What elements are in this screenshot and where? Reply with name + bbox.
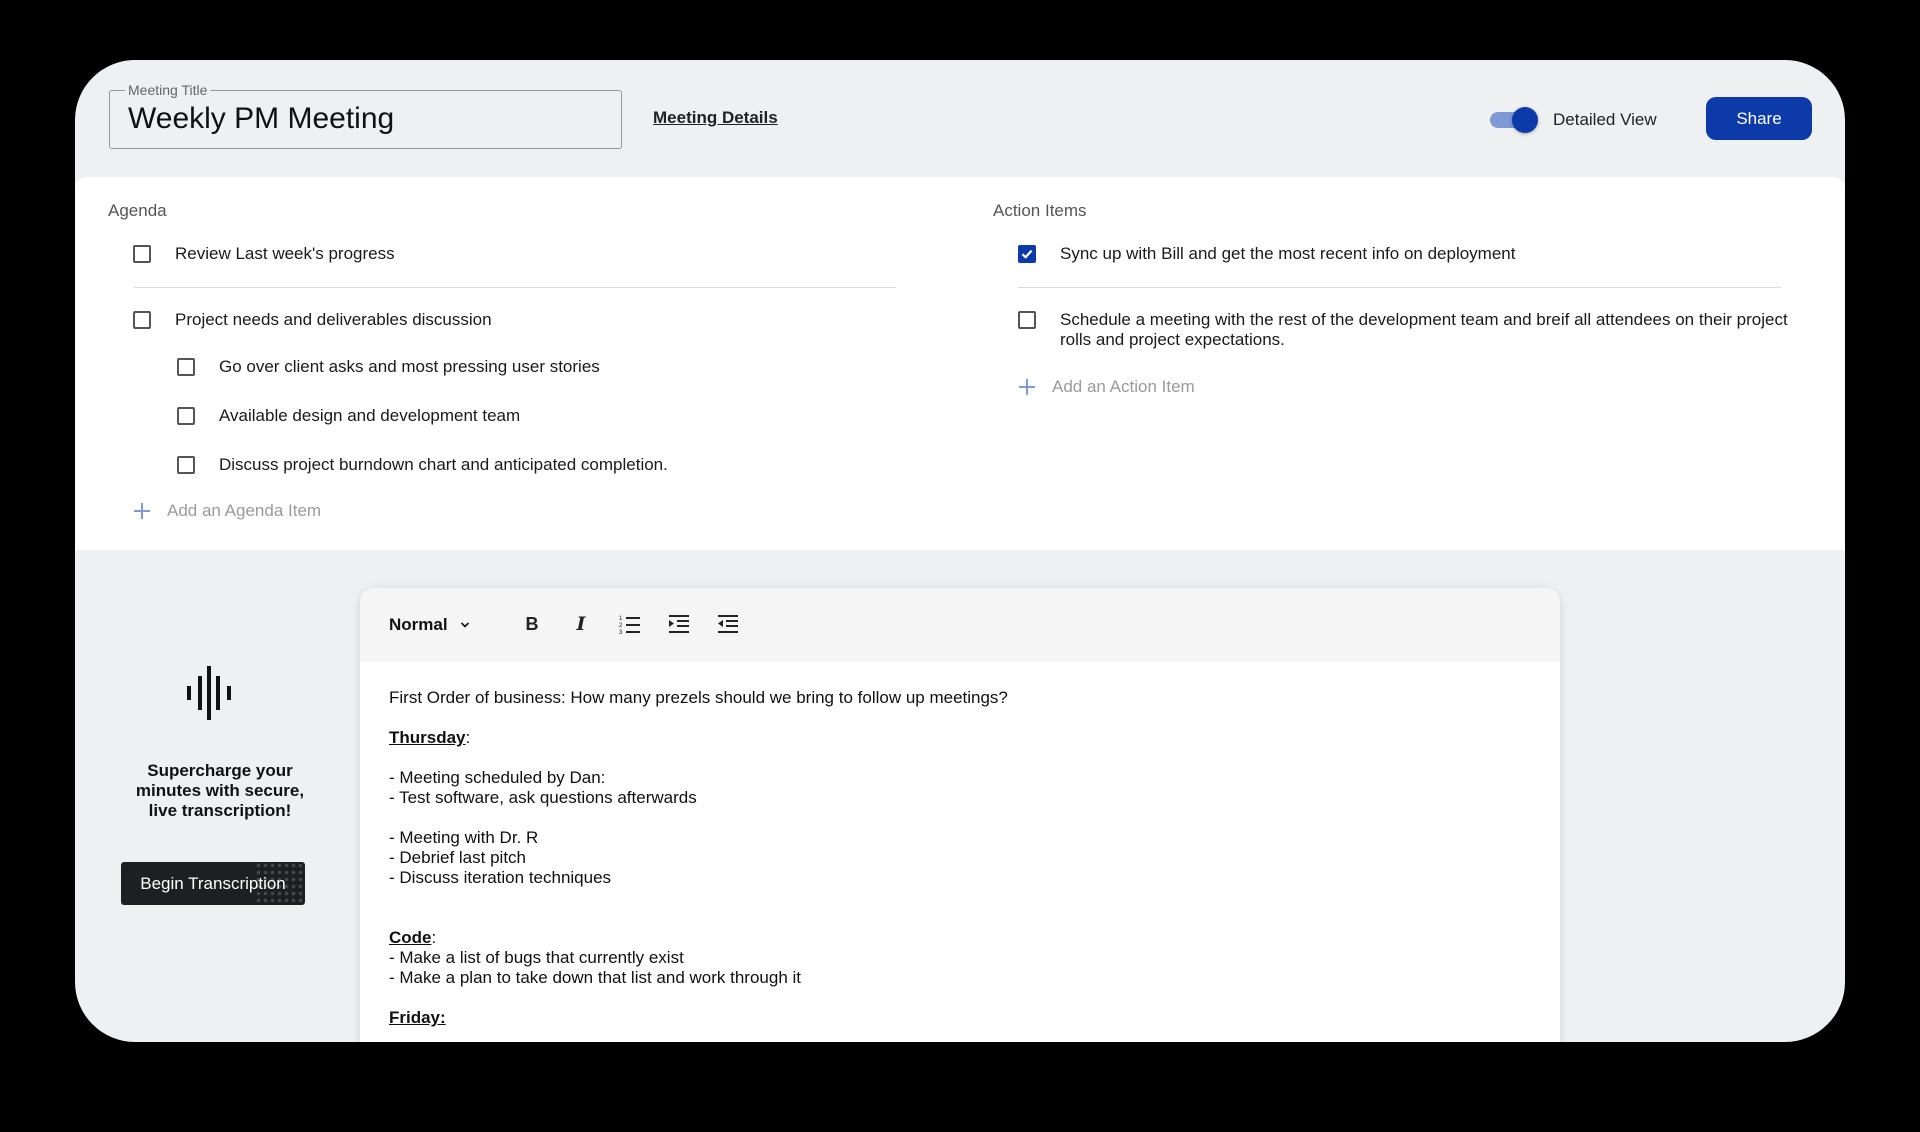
action-item-text: Sync up with Bill and get the most recen… <box>1060 244 1516 263</box>
svg-text:1: 1 <box>619 616 623 622</box>
detailed-view-label: Detailed View <box>1553 110 1657 129</box>
outdent-icon[interactable] <box>716 612 740 636</box>
text-format-value: Normal <box>389 615 448 634</box>
heading-colon: : <box>431 928 437 947</box>
agenda-subitem[interactable]: Go over client asks and most pressing us… <box>177 357 600 377</box>
plus-icon <box>1018 378 1036 396</box>
agenda-item-text: Project needs and deliverables discussio… <box>175 310 492 329</box>
editor-line: First Order of business: How many prezel… <box>389 688 1008 707</box>
agenda-checkbox[interactable] <box>177 456 195 474</box>
action-divider <box>1018 287 1781 288</box>
begin-transcription-button[interactable]: Begin Transcription <box>121 862 305 905</box>
action-checkbox-checked[interactable] <box>1018 245 1036 263</box>
heading-thursday: Thursday <box>389 728 466 747</box>
agenda-checkbox[interactable] <box>177 407 195 425</box>
detailed-view-toggle[interactable] <box>1488 107 1538 133</box>
add-agenda-item-button[interactable]: Add an Agenda Item <box>133 501 321 521</box>
agenda-actions-panel: Agenda Review Last week's progress Proje… <box>75 177 1845 550</box>
meeting-title-input[interactable]: Weekly PM Meeting <box>128 102 394 136</box>
editor-line: Friday: <box>389 1008 1531 1028</box>
plus-icon <box>133 502 151 520</box>
action-item[interactable]: Sync up with Bill and get the most recen… <box>1018 244 1515 264</box>
agenda-item[interactable]: Project needs and deliverables discussio… <box>133 310 492 330</box>
svg-text:3: 3 <box>619 630 623 636</box>
editor-line: Thursday: <box>389 728 1531 748</box>
editor-line: - Debrief last pitch <box>389 848 526 867</box>
bold-icon[interactable]: B <box>520 612 544 636</box>
editor-line: - Make a plan to take down that list and… <box>389 968 802 987</box>
notes-editor[interactable]: Normal B I 1 2 3 First Order of business… <box>360 588 1560 1042</box>
add-action-item-label: Add an Action Item <box>1052 377 1195 396</box>
audio-wave-icon <box>187 666 231 720</box>
editor-line: Code: <box>389 928 1531 948</box>
agenda-item[interactable]: Review Last week's progress <box>133 244 395 264</box>
agenda-divider <box>133 287 896 288</box>
agenda-checkbox[interactable] <box>133 245 151 263</box>
toggle-knob <box>1512 107 1538 133</box>
heading-friday: Friday: <box>389 1008 446 1027</box>
meeting-details-link[interactable]: Meeting Details <box>653 108 778 128</box>
italic-icon[interactable]: I <box>569 612 593 636</box>
begin-transcription-label: Begin Transcription <box>140 873 286 893</box>
agenda-checkbox[interactable] <box>177 358 195 376</box>
agenda-checkbox[interactable] <box>133 311 151 329</box>
meeting-title-field[interactable]: Meeting Title Weekly PM Meeting <box>109 82 622 149</box>
editor-line: - Meeting scheduled by Dan: <box>389 768 606 787</box>
heading-code: Code <box>389 928 432 947</box>
editor-line: - Meeting with Dr. R <box>389 828 539 847</box>
editor-toolbar: Normal B I 1 2 3 <box>360 588 1560 662</box>
editor-line: - Make a list of bugs that currently exi… <box>389 948 684 967</box>
agenda-item-text: Go over client asks and most pressing us… <box>219 357 600 376</box>
agenda-item-text: Review Last week's progress <box>175 244 395 263</box>
agenda-item-text: Available design and development team <box>219 406 521 425</box>
ordered-list-icon[interactable]: 1 2 3 <box>618 612 642 636</box>
transcription-promo-text: Supercharge your minutes with secure, li… <box>135 761 305 820</box>
action-checkbox[interactable] <box>1018 311 1036 329</box>
indent-icon[interactable] <box>667 612 691 636</box>
agenda-label: Agenda <box>108 201 167 220</box>
add-action-item-button[interactable]: Add an Action Item <box>1018 377 1195 397</box>
svg-text:2: 2 <box>619 623 623 629</box>
meeting-title-legend: Meeting Title <box>125 82 211 98</box>
add-agenda-item-label: Add an Agenda Item <box>167 501 322 520</box>
chevron-down-icon <box>460 622 469 628</box>
editor-content[interactable]: First Order of business: How many prezel… <box>389 688 1531 1028</box>
agenda-subitem[interactable]: Discuss project burndown chart and antic… <box>177 455 668 475</box>
check-icon <box>1021 249 1033 259</box>
agenda-item-text: Discuss project burndown chart and antic… <box>219 455 668 474</box>
editor-line: - Discuss iteration techniques <box>389 868 612 887</box>
app-window: Meeting Title Weekly PM Meeting Meeting … <box>75 60 1845 1042</box>
share-button[interactable]: Share <box>1706 97 1812 140</box>
heading-colon: : <box>465 728 471 747</box>
action-item-text: Schedule a meeting with the rest of the … <box>1060 310 1788 349</box>
action-items-label: Action Items <box>993 201 1087 220</box>
editor-line: - Test software, ask questions afterward… <box>389 788 697 807</box>
text-format-dropdown[interactable]: Normal <box>389 615 470 635</box>
agenda-subitem[interactable]: Available design and development team <box>177 406 520 426</box>
action-item[interactable]: Schedule a meeting with the rest of the … <box>1018 310 1788 350</box>
